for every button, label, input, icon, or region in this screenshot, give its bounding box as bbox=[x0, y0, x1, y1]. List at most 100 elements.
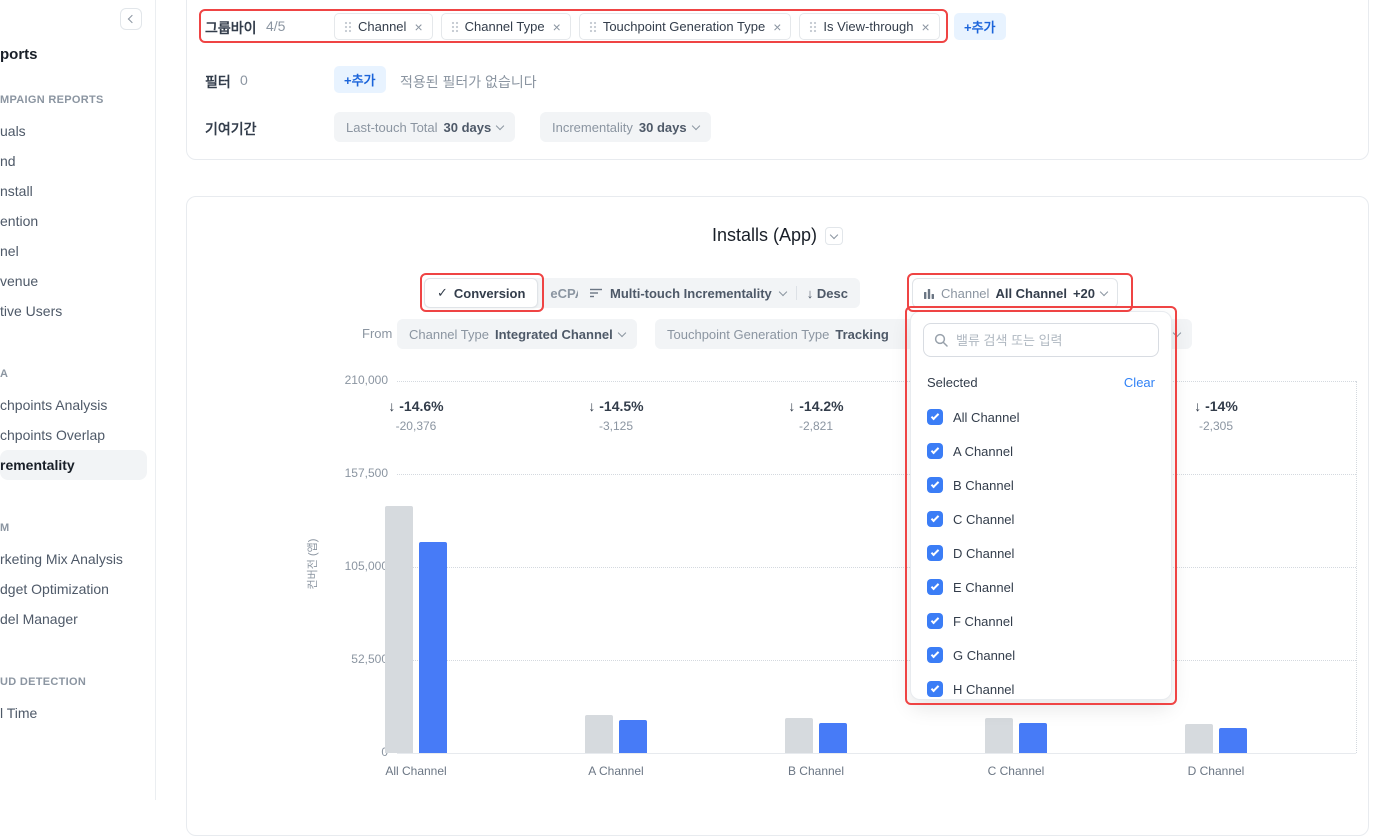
x-axis-category-label: A Channel bbox=[588, 764, 644, 778]
annotation-value: -3,125 bbox=[598, 419, 634, 433]
remove-chip-icon[interactable]: × bbox=[414, 19, 422, 35]
sidebar-item[interactable]: nd bbox=[0, 146, 147, 176]
gridline bbox=[397, 567, 1356, 568]
bar-last-touch bbox=[785, 717, 813, 753]
filter-label: 필터 bbox=[205, 74, 231, 90]
y-axis-tick-label: 210,000 bbox=[344, 373, 388, 387]
channel-option[interactable]: F Channel bbox=[923, 604, 1159, 638]
checkbox-checked[interactable] bbox=[927, 579, 943, 595]
channel-option[interactable]: H Channel bbox=[923, 672, 1159, 699]
bar-incrementality bbox=[1019, 723, 1047, 753]
channel-selector[interactable]: Channel All Channel +20 bbox=[912, 278, 1119, 308]
checkbox-checked[interactable] bbox=[927, 477, 943, 493]
lasttouch-window-dropdown[interactable]: Last-touch Total 30 days bbox=[334, 112, 516, 142]
channel-option-label: E Channel bbox=[953, 579, 1014, 595]
change-annotation: ↓ -14.5% -3,125 bbox=[536, 398, 696, 433]
sidebar-item[interactable]: nel bbox=[0, 236, 147, 266]
sidebar-item[interactable]: chpoints Overlap bbox=[0, 420, 147, 450]
change-annotation: ↓ -14.2% -2,821 bbox=[736, 398, 896, 433]
sidebar-section-header: UD DETECTION bbox=[0, 676, 87, 688]
filter-add-button[interactable]: +추가 bbox=[334, 66, 386, 93]
sidebar-item[interactable]: del Manager bbox=[0, 604, 147, 634]
remove-chip-icon[interactable]: × bbox=[921, 19, 929, 35]
x-axis-category-label: All Channel bbox=[385, 764, 447, 778]
y-axis-tick-label: 105,000 bbox=[344, 559, 388, 573]
dropdown-value: Tracking bbox=[835, 326, 889, 342]
annotation-value: -2,821 bbox=[798, 419, 834, 433]
sidebar-item[interactable]: rketing Mix Analysis bbox=[0, 544, 147, 574]
channel-option[interactable]: B Channel bbox=[923, 468, 1159, 502]
sidebar-item[interactable]: l Time bbox=[0, 698, 147, 728]
sort-direction-button[interactable]: ↓ Desc bbox=[807, 286, 848, 301]
checkmark-icon bbox=[930, 683, 940, 693]
channel-option[interactable]: E Channel bbox=[923, 570, 1159, 604]
drag-handle-icon[interactable] bbox=[589, 21, 597, 33]
drag-handle-icon[interactable] bbox=[809, 21, 817, 33]
checkbox-checked[interactable] bbox=[927, 681, 943, 697]
sidebar-item[interactable]: venue bbox=[0, 266, 147, 296]
sidebar-item[interactable]: nstall bbox=[0, 176, 147, 206]
filter-count: 0 bbox=[240, 72, 248, 88]
channel-option-label: F Channel bbox=[953, 613, 1013, 629]
checkmark-icon bbox=[930, 649, 940, 659]
sidebar-item[interactable]: rementality bbox=[0, 450, 147, 480]
groupby-add-button[interactable]: +추가 bbox=[954, 13, 1006, 40]
gridline bbox=[397, 474, 1356, 475]
sidebar-item[interactable]: dget Optimization bbox=[0, 574, 147, 604]
remove-chip-icon[interactable]: × bbox=[553, 19, 561, 35]
sidebar: ports MPAIGN REPORTS uals nd nstall ention ne… bbox=[0, 0, 156, 800]
sidebar-item[interactable]: chpoints Analysis bbox=[0, 390, 147, 420]
channel-option[interactable]: D Channel bbox=[923, 536, 1159, 570]
sidebar-collapse-button[interactable] bbox=[120, 8, 142, 30]
chevron-down-icon bbox=[1172, 328, 1182, 338]
checkbox-checked[interactable] bbox=[927, 409, 943, 425]
bar-incrementality bbox=[1219, 727, 1247, 753]
dropdown-name: Touchpoint Generation Type bbox=[667, 326, 830, 342]
checkbox-checked[interactable] bbox=[927, 613, 943, 629]
sidebar-item[interactable]: tive Users bbox=[0, 296, 147, 326]
tab-conversion[interactable]: ✓ Conversion bbox=[424, 278, 539, 308]
remove-chip-icon[interactable]: × bbox=[773, 19, 781, 35]
groupby-chip[interactable]: Is View-through × bbox=[799, 13, 940, 40]
chart-title-dropdown-button[interactable] bbox=[825, 226, 844, 245]
sidebar-section-header: M bbox=[0, 522, 10, 534]
dropdown-name: Channel Type bbox=[409, 326, 489, 342]
sort-by-dropdown[interactable]: Multi-touch Incrementality bbox=[610, 286, 772, 301]
value-search-input[interactable] bbox=[956, 332, 1148, 348]
groupby-chip[interactable]: Touchpoint Generation Type × bbox=[578, 13, 792, 40]
checkbox-checked[interactable] bbox=[927, 545, 943, 561]
checkbox-checked[interactable] bbox=[927, 647, 943, 663]
checkbox-checked[interactable] bbox=[927, 443, 943, 459]
checkmark-icon bbox=[930, 479, 940, 489]
groupby-chip[interactable]: Channel × bbox=[334, 13, 433, 40]
checkmark-icon bbox=[930, 513, 940, 523]
y-axis-tick-label: 157,500 bbox=[344, 466, 388, 480]
divider bbox=[795, 286, 797, 300]
channel-option[interactable]: All Channel bbox=[923, 400, 1159, 434]
x-axis-category-label: D Channel bbox=[1187, 764, 1245, 778]
dropdown-value: Integrated Channel bbox=[495, 326, 613, 342]
sidebar-section: MPAIGN REPORTS uals nd nstall ention nel venue… bbox=[0, 92, 155, 326]
channel-option[interactable]: A Channel bbox=[923, 434, 1159, 468]
drag-handle-icon[interactable] bbox=[451, 21, 459, 33]
checkbox-checked[interactable] bbox=[927, 511, 943, 527]
dropdown-value: 30 days bbox=[638, 119, 687, 135]
sidebar-item[interactable]: ention bbox=[0, 206, 147, 236]
clear-button[interactable]: Clear bbox=[1124, 375, 1155, 390]
channel-option[interactable]: G Channel bbox=[923, 638, 1159, 672]
drag-handle-icon[interactable] bbox=[344, 21, 352, 33]
incrementality-window-dropdown[interactable]: Incrementality 30 days bbox=[540, 112, 711, 142]
selected-header-row: Selected Clear bbox=[927, 375, 1155, 390]
channel-option-label: A Channel bbox=[953, 443, 1013, 459]
value-search-box[interactable] bbox=[923, 323, 1159, 357]
tab-conversion-label: Conversion bbox=[453, 285, 526, 301]
groupby-chip[interactable]: Channel Type × bbox=[440, 13, 571, 40]
selected-label: Selected bbox=[927, 375, 978, 390]
y-axis-tick-label: 52,500 bbox=[351, 652, 388, 666]
plot-right-border bbox=[1356, 381, 1357, 753]
sidebar-item[interactable]: uals bbox=[0, 116, 147, 146]
channel-option-label: All Channel bbox=[953, 409, 1020, 425]
chevron-down-icon bbox=[691, 121, 700, 131]
channel-type-dropdown[interactable]: Channel Type Integrated Channel bbox=[397, 319, 637, 349]
channel-option[interactable]: C Channel bbox=[923, 502, 1159, 536]
